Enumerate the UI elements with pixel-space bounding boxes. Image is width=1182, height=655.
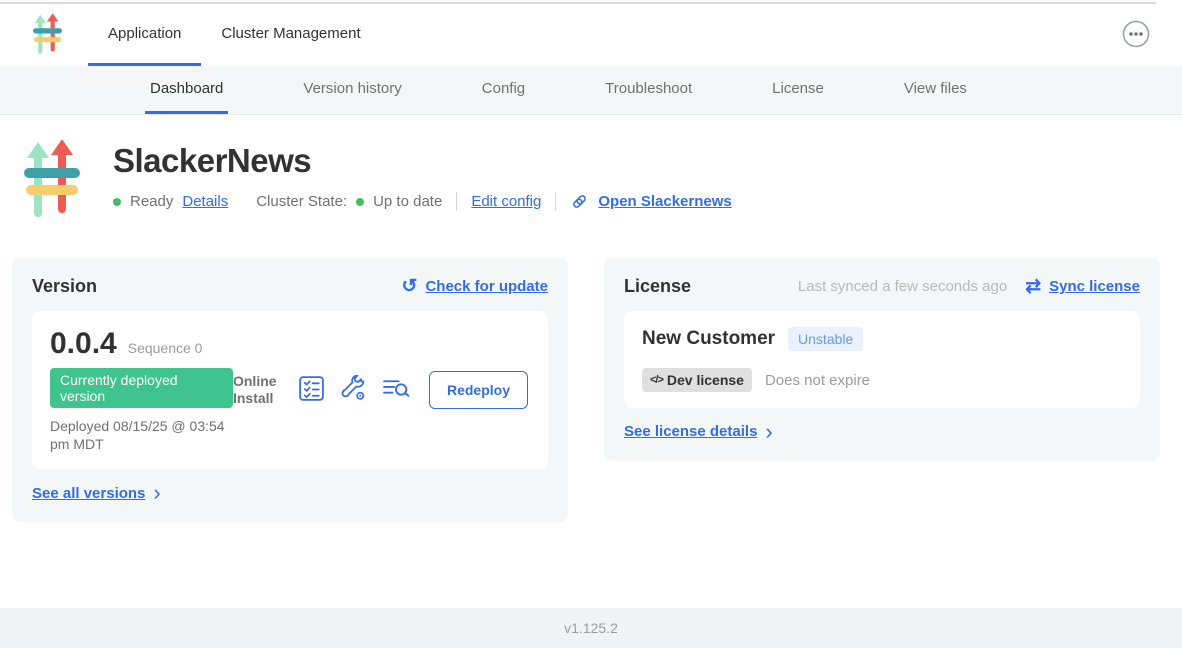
edit-config-link[interactable]: Edit config — [471, 193, 541, 210]
customer-row: New Customer Unstable — [642, 327, 1122, 351]
app-header-text: SlackerNews Ready Details Cluster State:… — [113, 140, 732, 222]
vertical-divider — [555, 192, 556, 211]
refresh-icon: ↺ — [402, 277, 418, 296]
tab-dashboard-label: Dashboard — [150, 80, 223, 97]
tab-version-history[interactable]: Version history — [298, 66, 406, 114]
version-card: Version ↺ Check for update 0.0.4 Sequenc… — [12, 258, 568, 522]
view-logs-button[interactable] — [382, 376, 411, 404]
customer-name: New Customer — [642, 328, 775, 350]
app-sub-navigation: Dashboard Version history Config Trouble… — [0, 66, 1182, 115]
slackernews-logo-icon — [33, 14, 62, 56]
tab-cluster-management[interactable]: Cluster Management — [201, 4, 380, 66]
dashboard-main: SlackerNews Ready Details Cluster State:… — [0, 115, 1182, 608]
cluster-state-status-dot — [356, 198, 364, 206]
tab-license-label: License — [772, 80, 824, 97]
license-card-header: License Last synced a few seconds ago ⇄ … — [624, 276, 1140, 297]
check-for-update-link[interactable]: Check for update — [425, 278, 548, 295]
cluster-state-label: Cluster State: — [256, 193, 347, 210]
version-card-title: Version — [32, 276, 97, 297]
preflight-checks-button[interactable] — [298, 375, 325, 405]
license-card-actions: Last synced a few seconds ago ⇄ Sync lic… — [798, 277, 1140, 296]
tab-license[interactable]: License — [767, 66, 829, 114]
top-navigation: Application Cluster Management — [0, 4, 1182, 66]
open-app-link[interactable]: Open Slackernews — [598, 193, 731, 210]
tab-config[interactable]: Config — [477, 66, 530, 114]
license-card: License Last synced a few seconds ago ⇄ … — [604, 258, 1160, 461]
tab-config-label: Config — [482, 80, 525, 97]
ellipsis-circle-icon — [1122, 20, 1150, 51]
current-version-info: 0.0.4 Sequence 0 Currently deployed vers… — [50, 327, 233, 453]
sync-icon: ⇄ — [1025, 277, 1041, 296]
version-card-footer: See all versions › — [32, 484, 548, 502]
install-type-label: Online Install — [233, 373, 283, 408]
deployed-status-badge: Currently deployed version — [50, 368, 233, 408]
edit-config-button[interactable] — [340, 375, 367, 405]
status-details-link[interactable]: Details — [182, 193, 228, 210]
license-card-title: License — [624, 276, 691, 297]
version-number-row: 0.0.4 Sequence 0 — [50, 327, 233, 361]
tab-application[interactable]: Application — [88, 4, 201, 66]
external-link-icon — [570, 192, 589, 211]
console-version-text: v1.125.2 — [564, 620, 618, 636]
tab-application-label: Application — [108, 25, 181, 42]
wrench-gear-icon — [340, 375, 367, 405]
app-status-row: Ready Details Cluster State: Up to date … — [113, 192, 732, 211]
see-all-versions-link[interactable]: See all versions — [32, 485, 145, 502]
app-ready-status-dot — [113, 198, 121, 206]
tab-dashboard[interactable]: Dashboard — [145, 66, 228, 114]
redeploy-button[interactable]: Redeploy — [429, 371, 528, 409]
cluster-state-value: Up to date — [373, 193, 442, 210]
overflow-menu-button[interactable] — [1122, 20, 1150, 51]
chevron-right-icon: › — [765, 423, 772, 441]
app-status-text: Ready — [130, 193, 173, 210]
current-version-panel: 0.0.4 Sequence 0 Currently deployed vers… — [32, 311, 548, 469]
tab-cluster-management-label: Cluster Management — [221, 25, 360, 42]
console-footer: v1.125.2 — [0, 608, 1182, 648]
dashboard-cards: Version ↺ Check for update 0.0.4 Sequenc… — [0, 222, 1182, 522]
vertical-divider — [456, 192, 457, 211]
sequence-label: Sequence 0 — [128, 340, 203, 356]
tab-troubleshoot-label: Troubleshoot — [605, 80, 692, 97]
app-header: SlackerNews Ready Details Cluster State:… — [0, 115, 1182, 222]
code-icon: </> — [650, 374, 663, 386]
version-actions: Online Install — [233, 371, 530, 409]
version-card-header: Version ↺ Check for update — [32, 276, 548, 297]
deployed-timestamp: Deployed 08/15/25 @ 03:54 pm MDT — [50, 417, 233, 453]
page-title: SlackerNews — [113, 142, 732, 180]
license-card-footer: See license details › — [624, 423, 1140, 441]
sync-license-link[interactable]: Sync license — [1049, 278, 1140, 295]
tab-troubleshoot[interactable]: Troubleshoot — [600, 66, 697, 114]
checklist-icon — [298, 375, 325, 405]
chevron-right-icon: › — [153, 484, 160, 502]
tab-view-files[interactable]: View files — [899, 66, 972, 114]
license-expiry-text: Does not expire — [765, 372, 870, 389]
last-synced-text: Last synced a few seconds ago — [798, 278, 1007, 295]
license-type-row: </> Dev license Does not expire — [642, 368, 1122, 392]
see-license-details-link[interactable]: See license details — [624, 423, 757, 440]
license-type-badge: </> Dev license — [642, 368, 752, 392]
license-details-panel: New Customer Unstable </> Dev license Do… — [624, 311, 1140, 408]
channel-badge: Unstable — [788, 327, 863, 351]
page: Application Cluster Management Dashboard… — [0, 0, 1182, 655]
tab-view-files-label: View files — [904, 80, 967, 97]
app-tabs: Application Cluster Management — [88, 4, 381, 66]
version-number: 0.0.4 — [50, 327, 117, 361]
logs-magnifier-icon — [382, 376, 411, 404]
version-card-actions: ↺ Check for update — [402, 277, 548, 296]
top-hairline — [0, 0, 1182, 4]
license-type-label: Dev license — [667, 372, 744, 388]
slackernews-logo-icon-large — [24, 140, 80, 222]
tab-version-history-label: Version history — [303, 80, 401, 97]
